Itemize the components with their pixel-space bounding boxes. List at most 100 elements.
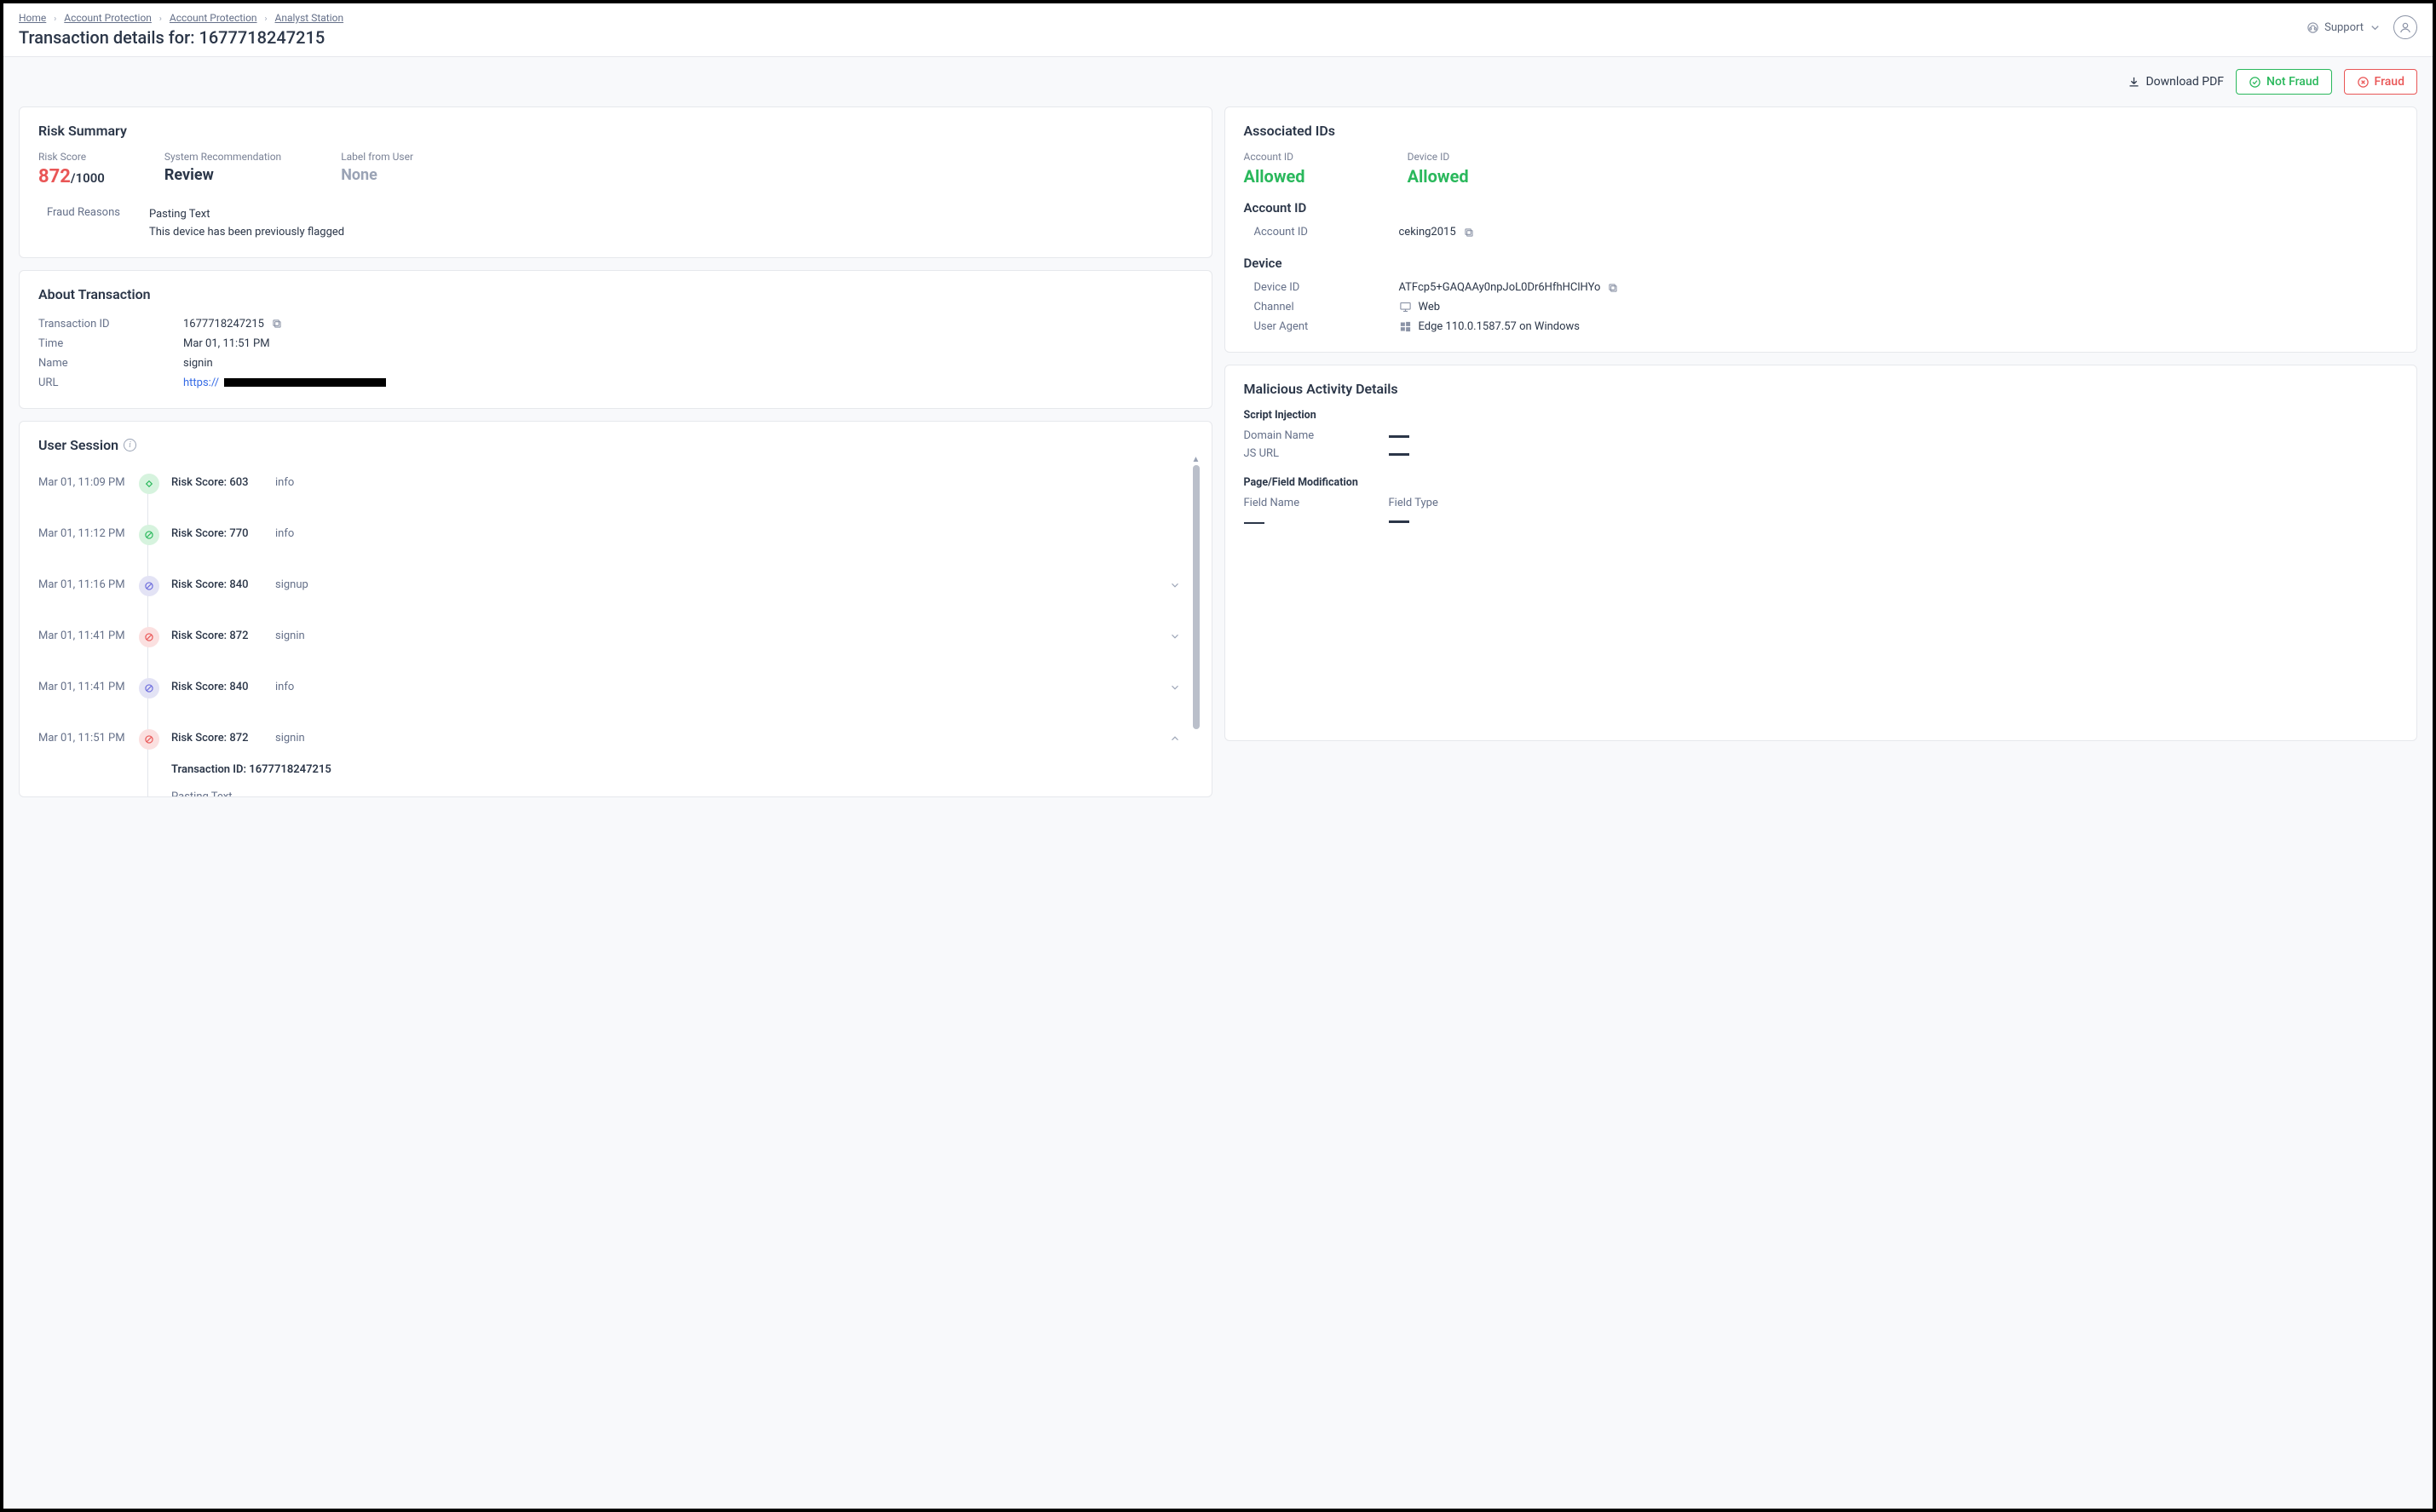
session-item: Mar 01, 11:09 PM Risk Score: 603 info	[38, 465, 1186, 516]
session-item[interactable]: Mar 01, 11:51 PMRisk Score: 872signinTra…	[38, 721, 1186, 797]
session-badge-icon	[139, 525, 159, 545]
breadcrumb-home[interactable]: Home	[19, 12, 46, 24]
session-name: info	[275, 474, 294, 489]
risk-rec-value: Review	[164, 166, 281, 184]
check-circle-icon	[2249, 76, 2261, 89]
session-badge-icon	[139, 474, 159, 494]
chevron-down-icon[interactable]	[1169, 576, 1186, 595]
breadcrumb-analyst-station[interactable]: Analyst Station	[275, 12, 344, 24]
session-badge-icon	[139, 627, 159, 647]
user-session-title: User Session	[38, 437, 118, 453]
url-value[interactable]: https://	[183, 377, 386, 389]
chevron-down-icon	[2369, 21, 2381, 34]
account-id-row-label: Account ID	[1254, 226, 1399, 239]
session-item[interactable]: Mar 01, 11:41 PM Risk Score: 840 info	[38, 670, 1186, 721]
chevron-down-icon[interactable]	[1169, 627, 1186, 646]
session-name: info	[275, 678, 294, 697]
account-section-title: Account ID	[1244, 200, 2399, 216]
session-time: Mar 01, 11:16 PM	[38, 576, 127, 591]
info-icon[interactable]: i	[124, 439, 136, 451]
field-name-label: Field Name	[1244, 497, 1389, 509]
scroll-up-arrow-icon[interactable]: ▲	[1191, 455, 1201, 463]
session-time: Mar 01, 11:51 PM	[38, 729, 127, 745]
session-badge-icon	[139, 729, 159, 750]
fraud-label: Fraud	[2375, 75, 2404, 89]
session-name: info	[275, 525, 294, 540]
associated-ids-title: Associated IDs	[1244, 123, 2399, 139]
breadcrumb-ap2[interactable]: Account Protection	[170, 12, 257, 24]
copy-icon[interactable]	[1607, 282, 1619, 294]
txid-label: Transaction ID	[38, 318, 183, 331]
device-id-row-label: Device ID	[1254, 281, 1399, 294]
page-field-mod-header: Page/Field Modification	[1244, 476, 2399, 489]
support-label: Support	[2324, 21, 2364, 34]
session-badge-icon	[139, 678, 159, 699]
action-row: Download PDF Not Fraud Fraud	[3, 57, 2433, 106]
js-url-label: JS URL	[1244, 447, 1389, 460]
not-fraud-button[interactable]: Not Fraud	[2236, 69, 2331, 95]
not-fraud-label: Not Fraud	[2266, 75, 2318, 89]
copy-icon[interactable]	[271, 318, 283, 330]
malicious-activity-title: Malicious Activity Details	[1244, 381, 2399, 397]
risk-userlabel-value: None	[341, 166, 413, 184]
session-item[interactable]: Mar 01, 11:41 PM Risk Score: 872 signin	[38, 618, 1186, 670]
breadcrumb-ap1[interactable]: Account Protection	[64, 12, 152, 24]
url-label: URL	[38, 377, 183, 389]
session-score: Risk Score: 603	[171, 474, 256, 489]
page-title: Transaction details for: 1677718247215	[19, 27, 343, 48]
session-time: Mar 01, 11:41 PM	[38, 627, 127, 642]
copy-icon[interactable]	[1463, 227, 1475, 239]
user-avatar[interactable]	[2393, 15, 2417, 39]
account-id-row-value: ceking2015	[1399, 226, 1475, 239]
associated-ids-card: Associated IDs Account ID Allowed Device…	[1224, 106, 2418, 353]
download-pdf-link[interactable]: Download PDF	[2128, 75, 2224, 89]
headset-icon	[2306, 21, 2319, 34]
session-score: Risk Score: 840	[171, 576, 256, 595]
session-detail-reasons: Pasting TextThis device has been previou…	[171, 788, 1186, 797]
session-name: signin	[275, 729, 305, 748]
risk-summary-card: Risk Summary Risk Score 872/1000 System …	[19, 106, 1212, 258]
about-transaction-title: About Transaction	[38, 286, 1193, 302]
session-score: Risk Score: 872	[171, 627, 256, 646]
session-score: Risk Score: 872	[171, 729, 256, 748]
session-name: signin	[275, 627, 305, 646]
breadcrumb: Home › Account Protection › Account Prot…	[19, 12, 343, 24]
top-bar: Home › Account Protection › Account Prot…	[3, 3, 2433, 57]
session-badge-icon	[139, 576, 159, 596]
empty-value-dash	[1389, 453, 1409, 456]
monitor-icon	[1399, 301, 1412, 313]
txid-value: 1677718247215	[183, 318, 283, 331]
field-type-label: Field Type	[1389, 497, 1534, 509]
time-value: Mar 01, 11:51 PM	[183, 337, 270, 350]
session-score: Risk Score: 770	[171, 525, 256, 540]
download-icon	[2128, 76, 2140, 89]
risk-score-label: Risk Score	[38, 151, 105, 163]
scrollbar-thumb[interactable]	[1193, 465, 1200, 729]
device-id-status-label: Device ID	[1408, 151, 1469, 163]
name-value: signin	[183, 357, 213, 370]
account-id-status-value: Allowed	[1244, 166, 1305, 187]
device-section-title: Device	[1244, 256, 2399, 271]
session-scroll-area[interactable]: ▲ Mar 01, 11:09 PMRisk Score: 603infoMar…	[38, 465, 1186, 797]
device-id-status-value: Allowed	[1408, 166, 1469, 187]
about-transaction-card: About Transaction Transaction ID 1677718…	[19, 270, 1212, 409]
x-circle-icon	[2357, 76, 2370, 89]
url-redacted	[224, 378, 386, 387]
risk-rec-label: System Recommendation	[164, 151, 281, 163]
channel-value: Web	[1399, 301, 1441, 313]
device-id-row-value: ATFcp5+GAQAAy0npJoL0Dr6HfhHClHYo	[1399, 281, 1620, 294]
chevron-up-icon[interactable]	[1169, 729, 1186, 748]
chevron-down-icon[interactable]	[1169, 678, 1186, 697]
support-menu[interactable]: Support	[2306, 21, 2381, 34]
download-pdf-label: Download PDF	[2145, 75, 2224, 89]
session-time: Mar 01, 11:09 PM	[38, 474, 127, 489]
domain-name-label: Domain Name	[1244, 429, 1389, 442]
account-id-status-label: Account ID	[1244, 151, 1305, 163]
fraud-reasons-text: Pasting Text This device has been previo…	[149, 206, 344, 242]
session-item[interactable]: Mar 01, 11:16 PMRisk Score: 840signup	[38, 567, 1186, 618]
session-time: Mar 01, 11:41 PM	[38, 678, 127, 693]
empty-value-dash	[1389, 520, 1409, 523]
session-score: Risk Score: 840	[171, 678, 256, 697]
fraud-button[interactable]: Fraud	[2344, 69, 2417, 95]
script-injection-header: Script Injection	[1244, 409, 2399, 422]
